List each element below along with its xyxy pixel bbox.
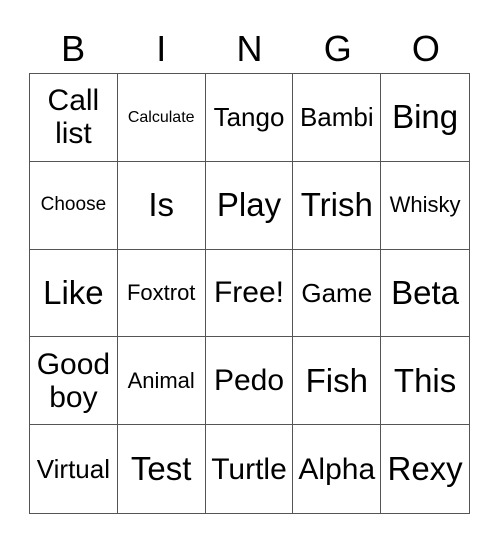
bingo-cell[interactable]: Choose xyxy=(30,161,118,250)
header-letter-b: B xyxy=(61,28,86,69)
bingo-cell[interactable]: Pedo xyxy=(205,337,294,426)
bingo-cell[interactable]: Game xyxy=(293,249,382,338)
bingo-cell[interactable]: Beta xyxy=(381,250,469,338)
bingo-cell[interactable]: Bing xyxy=(381,74,469,162)
bingo-cell[interactable]: Alpha xyxy=(293,425,382,513)
bingo-cell[interactable]: Animal xyxy=(117,337,206,426)
bingo-cell[interactable]: Tango xyxy=(205,74,294,162)
bingo-header: B I N G O xyxy=(29,26,470,72)
bingo-cell[interactable]: Is xyxy=(117,161,206,250)
bingo-cell[interactable]: Foxtrot xyxy=(117,249,206,338)
header-letter-i: I xyxy=(156,28,167,69)
bingo-cell[interactable]: Good boy xyxy=(30,337,118,426)
bingo-cell[interactable]: Fish xyxy=(293,337,382,426)
bingo-grid: Call list Calculate Tango Bambi Bing Choose Is… xyxy=(29,73,470,514)
bingo-cell[interactable]: Play xyxy=(205,161,294,250)
bingo-cell[interactable]: Virtual xyxy=(30,425,118,513)
bingo-cell[interactable]: Trish xyxy=(293,161,382,250)
header-letter-o: O xyxy=(411,28,440,69)
bingo-cell[interactable]: Free! xyxy=(205,249,294,338)
bingo-cell[interactable]: Turtle xyxy=(206,425,294,513)
bingo-cell[interactable]: Test xyxy=(118,425,206,513)
header-letter-n: N xyxy=(236,28,263,69)
bingo-cell[interactable]: Whisky xyxy=(381,162,469,250)
bingo-cell[interactable]: Like xyxy=(30,249,118,338)
header-letter-g: G xyxy=(323,28,352,69)
bingo-cell[interactable]: This xyxy=(381,337,469,426)
bingo-cell[interactable]: Bambi xyxy=(293,74,382,162)
bingo-cell[interactable]: Calculate xyxy=(117,74,206,162)
bingo-cell[interactable]: Rexy xyxy=(381,425,469,513)
bingo-cell[interactable]: Call list xyxy=(30,74,118,162)
